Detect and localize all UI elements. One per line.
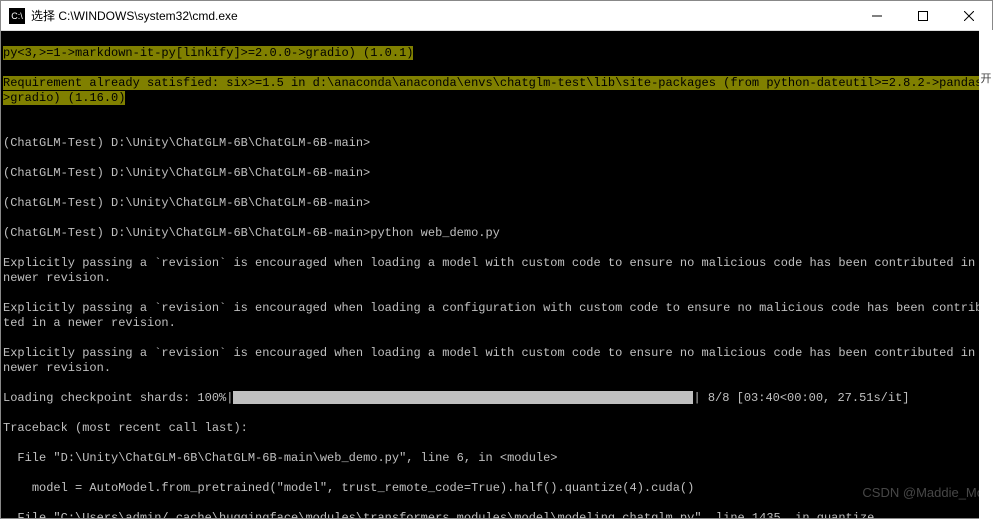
close-icon [964,11,974,21]
close-button[interactable] [946,1,992,30]
traceback-line: File "D:\Unity\ChatGLM-6B\ChatGLM-6B-mai… [3,451,990,466]
prompt-line: (ChatGLM-Test) D:\Unity\ChatGLM-6B\ChatG… [3,136,990,151]
window-title: 选择 C:\WINDOWS\system32\cmd.exe [31,7,854,24]
right-panel-char: 开 [979,70,993,86]
output-line: Requirement already satisfied: six>=1.5 … [3,76,990,106]
warning-line: Explicitly passing a `revision` is encou… [3,301,990,331]
maximize-button[interactable] [900,1,946,30]
prompt-line: (ChatGLM-Test) D:\Unity\ChatGLM-6B\ChatG… [3,196,990,211]
window-controls [854,1,992,30]
traceback-line: Traceback (most recent call last): [3,421,990,436]
minimize-icon [872,11,882,21]
minimize-button[interactable] [854,1,900,30]
cmd-window: C:\ 选择 C:\WINDOWS\system32\cmd.exe py<3,… [0,0,993,519]
traceback-line: model = AutoModel.from_pretrained("model… [3,481,990,496]
titlebar[interactable]: C:\ 选择 C:\WINDOWS\system32\cmd.exe [1,1,992,31]
prompt-line: (ChatGLM-Test) D:\Unity\ChatGLM-6B\ChatG… [3,166,990,181]
output-line: py<3,>=1->markdown-it-py[linkify]>=2.0.0… [3,46,990,61]
right-panel-sliver: 开 [979,30,993,519]
maximize-icon [918,11,928,21]
traceback-line: File "C:\Users\admin/.cache\huggingface\… [3,511,990,518]
terminal-output[interactable]: py<3,>=1->markdown-it-py[linkify]>=2.0.0… [1,31,992,518]
warning-line: Explicitly passing a `revision` is encou… [3,346,990,376]
warning-line: Explicitly passing a `revision` is encou… [3,256,990,286]
cmd-icon: C:\ [9,8,25,24]
progress-line: Loading checkpoint shards: 100%|| 8/8 [0… [3,391,990,406]
progress-bar [233,391,693,404]
prompt-line: (ChatGLM-Test) D:\Unity\ChatGLM-6B\ChatG… [3,226,990,241]
